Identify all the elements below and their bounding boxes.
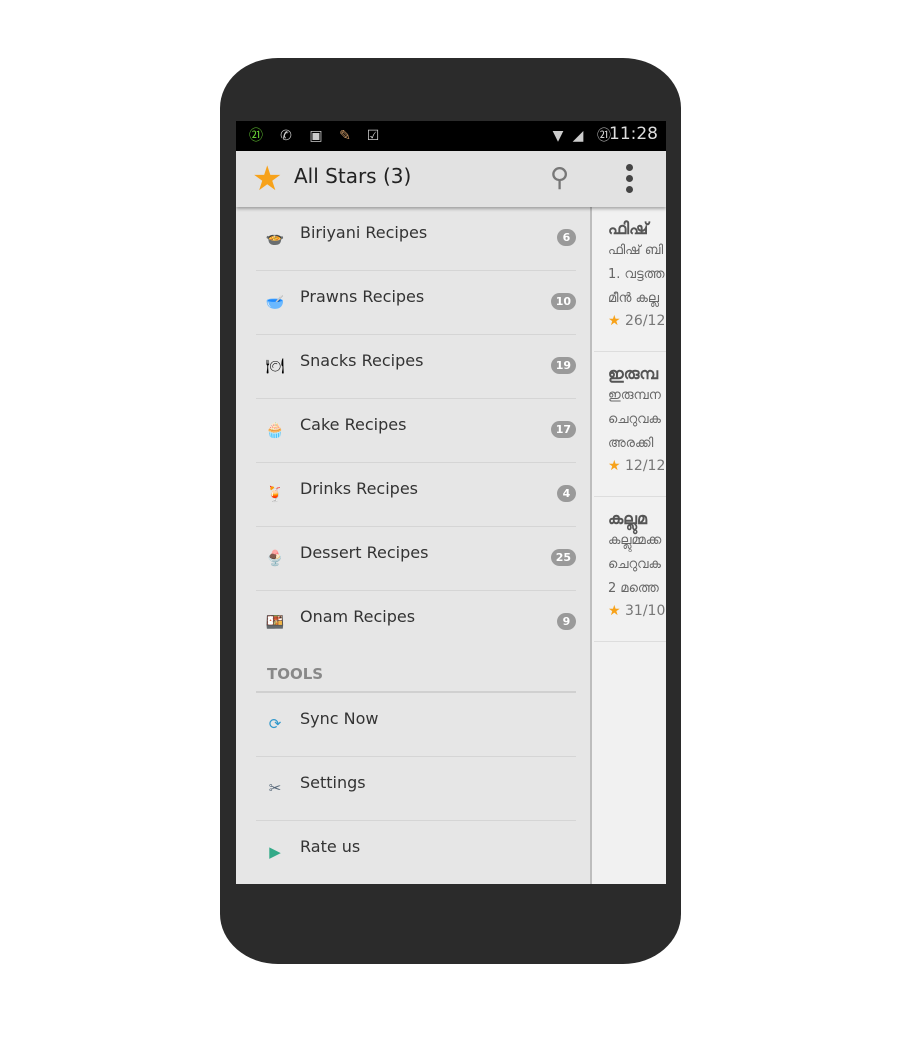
card-line: കല്ലുമ്മക്ക — [608, 533, 662, 548]
recipe-card[interactable]: ഫിഷ് ഫിഷ് ബി 1. വട്ടത്ത മീൻ കല്ല ★ 26/12 — [594, 207, 666, 352]
drawer-item-sync[interactable]: ⟳ Sync Now — [256, 693, 576, 757]
recipe-card[interactable]: ഇരുമ്പ ഇരുമ്പന ചെറുവക അരക്കി ★ 12/12 — [594, 352, 666, 497]
item-label: Drinks Recipes — [300, 479, 418, 498]
item-label: Snacks Recipes — [300, 351, 424, 370]
card-line: ചെറുവക — [608, 412, 661, 427]
item-label: Settings — [300, 773, 366, 792]
count-badge: 9 — [557, 613, 576, 630]
wifi-icon: ▼ — [552, 128, 564, 144]
drawer-item-drinks[interactable]: 🍹 Drinks Recipes 4 — [256, 463, 576, 527]
card-date: 12/12 — [625, 458, 666, 474]
count-badge: 19 — [550, 357, 576, 374]
card-line: ചെറുവക — [608, 557, 661, 572]
card-date: 31/10 — [625, 603, 666, 619]
drawer-item-dessert[interactable]: 🍨 Dessert Recipes 25 — [256, 527, 576, 591]
dessert-icon: 🍨 — [265, 549, 285, 567]
card-title: ഇരുമ്പ — [608, 364, 659, 383]
drawer-item-rate[interactable]: ▶ Rate us — [256, 821, 576, 884]
onam-icon: 🍱 — [265, 613, 285, 631]
tools-icon: ✂ — [268, 779, 282, 797]
search-icon[interactable]: ⚲ — [550, 163, 569, 193]
star-icon: ★ — [608, 313, 621, 329]
card-line: ഇരുമ്പന — [608, 388, 661, 403]
card-line: 1. വട്ടത്ത — [608, 267, 665, 282]
recipe-card[interactable]: കല്ലുമ കല്ലുമ്മക്ക ചെറുവക 2 മത്തെ ★ 31/10 — [594, 497, 666, 642]
count-badge: 6 — [557, 229, 576, 246]
clock: 11:28 — [609, 124, 658, 144]
tools-header: TOOLS — [267, 665, 324, 683]
card-line: അരക്കി — [608, 436, 654, 451]
plate-icon: 🍽 — [265, 357, 285, 375]
image-icon: ▣ — [309, 128, 323, 144]
item-label: Dessert Recipes — [300, 543, 429, 562]
play-store-icon: ▶ — [269, 843, 281, 861]
page-title: All Stars (3) — [294, 164, 412, 188]
sync-icon: ⟳ — [268, 715, 282, 733]
drawer-item-onam[interactable]: 🍱 Onam Recipes 9 — [256, 591, 576, 655]
drawer-item-biriyani[interactable]: 🍲 Biriyani Recipes 6 — [256, 207, 576, 271]
card-line: 2 മത്തെ — [608, 581, 659, 596]
cupcake-icon: 🧁 — [265, 421, 285, 439]
signal-icon: ◢ — [572, 128, 584, 144]
item-label: Cake Recipes — [300, 415, 407, 434]
drink-icon: 🍹 — [265, 485, 285, 503]
navigation-drawer: 🍲 Biriyani Recipes 6 🥣 Prawns Recipes 10 🍽 Sn… — [236, 207, 592, 884]
recipe-list: ഫിഷ് ഫിഷ് ബി 1. വട്ടത്ത മീൻ കല്ല ★ 26/12 ഇരു… — [594, 207, 666, 884]
item-label: Onam Recipes — [300, 607, 416, 626]
badge-21-icon: ㉑ — [249, 128, 263, 144]
card-title: ഫിഷ് — [608, 219, 649, 238]
star-icon[interactable]: ★ — [252, 161, 282, 197]
drawer-item-prawns[interactable]: 🥣 Prawns Recipes 10 — [256, 271, 576, 335]
bowl-icon: 🥣 — [265, 293, 285, 311]
app-bar: ★ All Stars (3) ⚲ — [236, 151, 666, 207]
card-date: 26/12 — [625, 313, 666, 329]
card-line: ഫിഷ് ബി — [608, 243, 664, 258]
screen: ㉑ ✆ ▣ ✎ ☑ ▼ ◢ ㉑ 11:28 ★ All Stars (3) ⚲ … — [236, 121, 666, 884]
count-badge: 4 — [557, 485, 576, 502]
item-label: Sync Now — [300, 709, 379, 728]
more-vert-icon[interactable] — [622, 161, 636, 197]
item-label: Rate us — [300, 837, 361, 856]
drawer-item-cake[interactable]: 🧁 Cake Recipes 17 — [256, 399, 576, 463]
count-badge: 25 — [550, 549, 576, 566]
pot-icon: 🍲 — [265, 229, 285, 247]
item-label: Prawns Recipes — [300, 287, 425, 306]
star-icon: ★ — [608, 458, 621, 474]
star-icon: ★ — [608, 603, 621, 619]
briefcase-icon: ☑ — [366, 128, 380, 144]
card-title: കല്ലുമ — [608, 509, 647, 528]
whatsapp-icon: ✆ — [280, 128, 292, 144]
drawer-item-snacks[interactable]: 🍽 Snacks Recipes 19 — [256, 335, 576, 399]
count-badge: 17 — [550, 421, 576, 438]
item-label: Biriyani Recipes — [300, 223, 428, 242]
card-line: മീൻ കല്ല — [608, 291, 660, 306]
cleaner-icon: ✎ — [339, 128, 351, 144]
drawer-item-settings[interactable]: ✂ Settings — [256, 757, 576, 821]
status-bar: ㉑ ✆ ▣ ✎ ☑ ▼ ◢ ㉑ 11:28 — [236, 121, 666, 151]
count-badge: 10 — [550, 293, 576, 310]
